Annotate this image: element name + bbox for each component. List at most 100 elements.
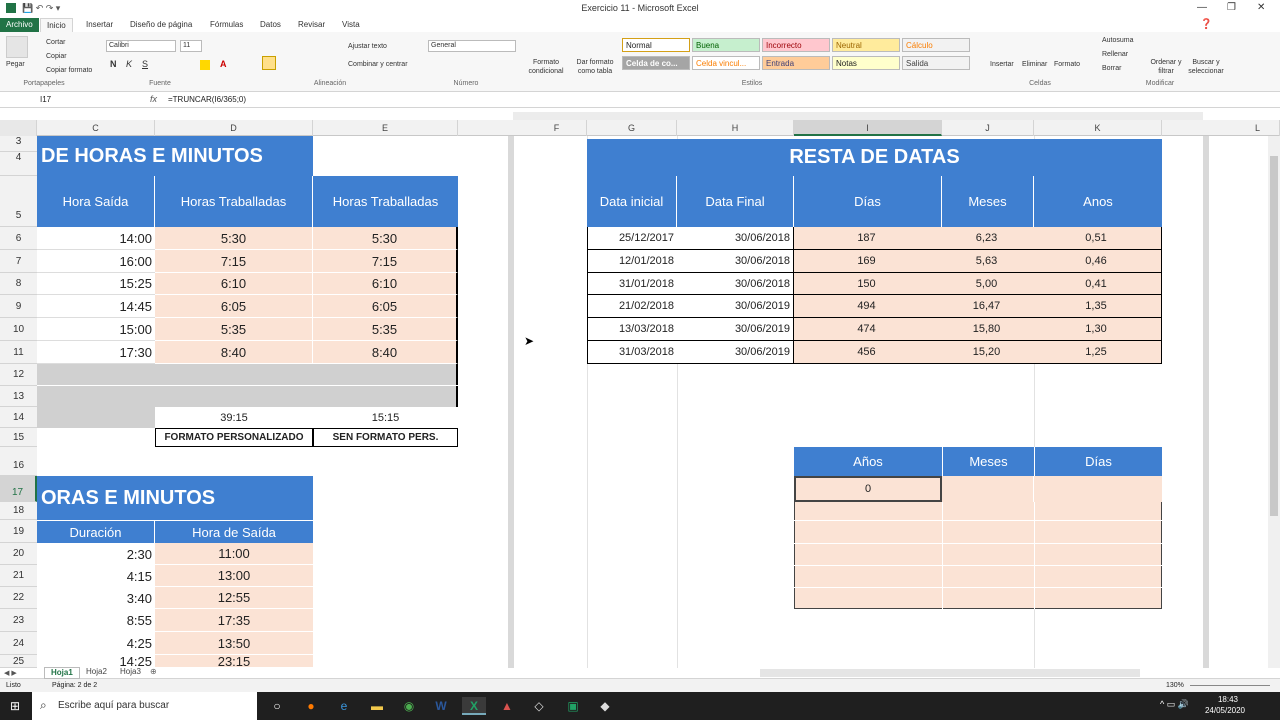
style-entrada[interactable]: Entrada xyxy=(762,56,830,70)
style-normal[interactable]: Normal xyxy=(622,38,690,52)
row-header[interactable]: 19 xyxy=(0,520,37,543)
excel-taskbar-icon[interactable]: X xyxy=(462,697,486,715)
table-cell[interactable]: 12:55 xyxy=(155,587,313,609)
fx-icon[interactable]: fx xyxy=(150,94,157,104)
empty-gray-cell[interactable] xyxy=(37,407,155,428)
word-icon[interactable]: W xyxy=(432,697,450,715)
tab-inicio[interactable]: Inicio xyxy=(40,18,73,32)
name-box[interactable]: I17 xyxy=(4,94,104,106)
format-as-table-button[interactable]: Dar formato como tabla xyxy=(572,58,618,76)
format-cells-button[interactable]: Formato xyxy=(1054,60,1080,69)
table-cell[interactable]: 5:30 xyxy=(313,227,458,250)
sheet-nav-icon[interactable]: ◀ ▶ xyxy=(4,669,17,677)
firefox-icon[interactable]: ● xyxy=(302,697,320,715)
table-cell[interactable]: 1,35 xyxy=(1034,295,1162,318)
row-header[interactable]: 21 xyxy=(0,565,37,587)
delete-cells-button[interactable]: Eliminar xyxy=(1022,60,1047,69)
table-cell[interactable]: 15,80 xyxy=(942,318,1034,341)
table-cell[interactable]: 17:30 xyxy=(37,341,155,364)
table-cell[interactable]: 6:05 xyxy=(155,295,313,318)
insert-cells-button[interactable]: Insertar xyxy=(990,60,1014,69)
table-cell[interactable]: 187 xyxy=(794,227,942,250)
table-cell[interactable]: 14:45 xyxy=(37,295,155,318)
table-cell[interactable]: 4:25 xyxy=(37,632,155,655)
fill-button[interactable]: Rellenar xyxy=(1102,50,1128,59)
edge-icon[interactable]: e xyxy=(335,697,353,715)
total-cell[interactable]: 39:15 xyxy=(155,407,313,428)
table-cell[interactable]: 2:30 xyxy=(37,543,155,565)
table-cell[interactable]: 30/06/2019 xyxy=(677,341,794,364)
data-cell[interactable] xyxy=(1034,476,1162,502)
table-cell[interactable]: 31/03/2018 xyxy=(587,341,677,364)
row-header[interactable]: 15 xyxy=(0,428,37,447)
tab-archivo[interactable]: Archivo xyxy=(0,18,39,32)
table-cell[interactable]: 3:40 xyxy=(37,587,155,609)
table-cell[interactable]: 4:15 xyxy=(37,565,155,587)
table-cell[interactable]: 21/02/2018 xyxy=(587,295,677,318)
minimize-icon[interactable]: — xyxy=(1197,2,1207,13)
chrome-icon[interactable]: ◉ xyxy=(400,697,418,715)
column-header[interactable]: K xyxy=(1034,120,1162,136)
format-painter-button[interactable]: Copiar formato xyxy=(46,66,92,75)
zoom-level[interactable]: 130% xyxy=(1166,682,1184,689)
zoom-slider[interactable] xyxy=(1190,685,1270,686)
wrap-text-button[interactable]: Ajustar texto xyxy=(348,42,387,51)
column-header[interactable]: C xyxy=(37,120,155,136)
paste-icon[interactable] xyxy=(6,36,28,58)
help-icon[interactable]: ❓ xyxy=(1200,19,1212,30)
table-cell[interactable]: 5:30 xyxy=(155,227,313,250)
table-cell[interactable]: 11:00 xyxy=(155,543,313,565)
table-cell[interactable]: 23:15 xyxy=(155,655,313,668)
table-cell[interactable]: 494 xyxy=(794,295,942,318)
total-cell[interactable]: 15:15 xyxy=(313,407,458,428)
row-header[interactable]: 24 xyxy=(0,632,37,655)
table-cell[interactable]: 8:40 xyxy=(155,341,313,364)
active-cell-i17[interactable]: 0 xyxy=(794,476,942,502)
vertical-scrollbar[interactable] xyxy=(1268,136,1280,668)
table-cell[interactable]: 5,00 xyxy=(942,273,1034,295)
table-cell[interactable]: 15,20 xyxy=(942,341,1034,364)
tab-revisar[interactable]: Revisar xyxy=(292,18,331,32)
font-size-select[interactable]: 11 xyxy=(180,40,202,52)
row-header[interactable]: 12 xyxy=(0,364,37,386)
restore-icon[interactable]: ❐ xyxy=(1227,2,1236,13)
tab-vista[interactable]: Vista xyxy=(336,18,366,32)
horizontal-scrollbar[interactable] xyxy=(760,669,1140,677)
table-cell[interactable]: 30/06/2018 xyxy=(677,273,794,295)
row-header[interactable]: 3 xyxy=(0,136,37,152)
tab-datos[interactable]: Datos xyxy=(254,18,287,32)
table-cell[interactable]: 456 xyxy=(794,341,942,364)
sheet-tab-hoja2[interactable]: Hoja2 xyxy=(82,667,111,679)
table-cell[interactable]: 1,30 xyxy=(1034,318,1162,341)
row-header[interactable]: 25 xyxy=(0,655,37,668)
fill-color-icon[interactable] xyxy=(200,60,210,70)
column-header[interactable]: E xyxy=(313,120,458,136)
style-neutral[interactable]: Neutral xyxy=(832,38,900,52)
number-format-select[interactable]: General xyxy=(428,40,516,52)
table-cell[interactable]: 5,63 xyxy=(942,250,1034,273)
close-icon[interactable]: ✕ xyxy=(1257,2,1265,13)
table-cell[interactable]: 13:00 xyxy=(155,565,313,587)
table-cell[interactable]: 0,41 xyxy=(1034,273,1162,295)
row-header[interactable]: 9 xyxy=(0,295,37,318)
style-buena[interactable]: Buena xyxy=(692,38,760,52)
table-cell[interactable]: 6:10 xyxy=(313,273,458,295)
table-cell[interactable]: 13/03/2018 xyxy=(587,318,677,341)
autosum-button[interactable]: Autosuma xyxy=(1102,36,1134,45)
bold-button[interactable]: N xyxy=(110,60,117,69)
note-cell[interactable]: FORMATO PERSONALIZADO xyxy=(155,428,313,447)
pane-split-bar[interactable] xyxy=(508,136,514,668)
file-explorer-icon[interactable]: ▬ xyxy=(368,697,386,715)
copy-button[interactable]: Copiar xyxy=(46,52,67,61)
table-cell[interactable]: 12/01/2018 xyxy=(587,250,677,273)
tab-insertar[interactable]: Insertar xyxy=(80,18,119,32)
style-notas[interactable]: Notas xyxy=(832,56,900,70)
table-cell[interactable]: 14:00 xyxy=(37,227,155,250)
table-cell[interactable]: 15:25 xyxy=(37,273,155,295)
tab-diseno[interactable]: Diseño de página xyxy=(124,18,198,32)
italic-button[interactable]: K xyxy=(126,60,132,69)
row-header[interactable]: 5 xyxy=(0,176,37,227)
empty-peach-range[interactable] xyxy=(794,502,1162,609)
font-name-select[interactable]: Calibri xyxy=(106,40,176,52)
row-header[interactable]: 23 xyxy=(0,609,37,632)
